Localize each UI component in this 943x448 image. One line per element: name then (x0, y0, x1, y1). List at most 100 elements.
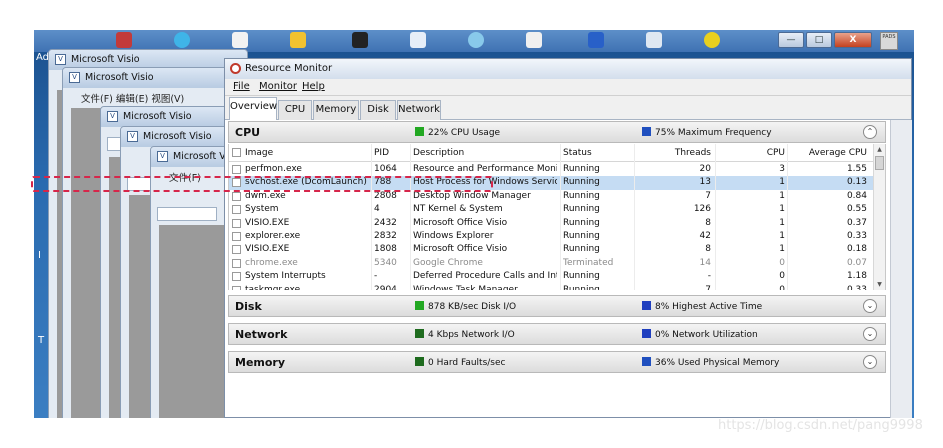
memory-section-header[interactable]: Memory 0 Hard Faults/sec 36% Used Physic… (228, 351, 886, 373)
expand-chevron-icon[interactable]: ⌄ (863, 327, 877, 341)
cell-avg: 0.07 (846, 257, 867, 268)
visio-menubar[interactable]: 文件(F) (169, 170, 201, 184)
row-checkbox[interactable] (232, 232, 241, 241)
window-caption-buttons: — □ X (778, 32, 878, 50)
window-title: Microsoft V (173, 151, 226, 162)
collapse-chevron-icon[interactable]: ⌃ (863, 125, 877, 139)
table-row[interactable]: explorer.exe 2832 Windows Explorer Running 4… (229, 230, 875, 243)
taskbar-app-icon[interactable] (232, 32, 248, 48)
table-row[interactable]: svchost.exe (DcomLaunch) 788 Host Process … (229, 176, 875, 190)
cell-threads: 7 (705, 190, 711, 201)
cell-desc: Google Chrome (413, 257, 483, 268)
row-checkbox[interactable] (232, 245, 241, 255)
select-all-checkbox[interactable] (232, 148, 241, 157)
taskbar-app-icon[interactable] (116, 32, 132, 48)
scroll-up-arrow-icon[interactable]: ▲ (875, 145, 884, 154)
row-checkbox[interactable] (232, 272, 241, 282)
column-header-description[interactable]: Description (413, 148, 557, 158)
visio-icon: V (69, 72, 80, 83)
pads-app-icon[interactable]: PADS (880, 32, 898, 50)
table-row[interactable]: System Interrupts - Deferred Procedure Cal… (229, 270, 875, 283)
cell-pid: 1064 (374, 164, 397, 174)
minimize-button[interactable]: — (778, 32, 804, 48)
taskbar-app-icon[interactable] (468, 32, 484, 48)
row-checkbox[interactable] (232, 218, 241, 228)
cell-cpu: 0 (779, 271, 785, 282)
cell-threads: - (707, 271, 711, 282)
column-header-image[interactable]: Image (245, 148, 369, 158)
cpu-section-header[interactable]: CPU 22% CPU Usage 75% Maximum Frequency … (228, 121, 886, 143)
table-scrollbar[interactable]: ▲ ▼ (873, 144, 885, 290)
cell-pid: 2808 (374, 190, 397, 201)
window-title: Microsoft Visio (123, 111, 192, 122)
section-title: Network (235, 328, 288, 341)
cell-status: Running (563, 177, 600, 188)
taskbar-app-icon[interactable] (290, 32, 306, 48)
cell-pid: - (374, 271, 378, 282)
column-header-cpu[interactable]: CPU (719, 148, 785, 158)
resource-monitor-window[interactable]: Resource Monitor File Monitor Help Overv… (224, 58, 912, 418)
column-header-status[interactable]: Status (563, 148, 629, 158)
scroll-down-arrow-icon[interactable]: ▼ (875, 280, 884, 289)
table-row[interactable]: VISIO.EXE 1808 Microsoft Office Visio Runni… (229, 243, 875, 256)
table-row[interactable]: System 4 NT Kernel & System Running 126 1 0.55 (229, 203, 875, 216)
table-row[interactable]: taskmgr.exe 2904 Windows Task Manager Runni… (229, 284, 875, 290)
network-section-header[interactable]: Network 4 Kbps Network I/O 0% Network Ut… (228, 323, 886, 345)
outer-scrollbar[interactable] (890, 120, 912, 418)
taskbar-app-icon[interactable] (646, 32, 662, 48)
cell-desc: Deferred Procedure Calls and Int... (413, 271, 557, 282)
column-header-threads[interactable]: Threads (634, 148, 711, 158)
cell-image: VISIO.EXE (245, 217, 290, 228)
cell-avg: 0.37 (846, 217, 867, 228)
disk-io-stat: 878 KB/sec Disk I/O (415, 301, 516, 312)
cell-image: System Interrupts (245, 271, 326, 282)
tab-network[interactable]: Network (397, 100, 441, 120)
column-header-pid[interactable]: PID (374, 148, 410, 158)
maximize-button[interactable]: □ (806, 32, 832, 48)
physical-memory-text: 36% Used Physical Memory (655, 358, 780, 368)
menu-file[interactable]: File (233, 81, 250, 92)
row-checkbox[interactable] (232, 285, 241, 290)
row-checkbox[interactable] (232, 165, 241, 174)
menu-monitor[interactable]: Monitor (259, 81, 297, 92)
disk-section-header[interactable]: Disk 878 KB/sec Disk I/O 8% Highest Acti… (228, 295, 886, 317)
input-box[interactable] (157, 207, 217, 221)
taskbar-app-icon[interactable] (410, 32, 426, 48)
menu-help[interactable]: Help (302, 81, 325, 92)
scrollbar-thumb[interactable] (875, 156, 884, 170)
max-frequency-text: 75% Maximum Frequency (655, 128, 772, 138)
tab-cpu[interactable]: CPU (278, 100, 312, 120)
table-row[interactable]: perfmon.exe 1064 Resource and Performance … (229, 163, 875, 176)
tab-memory[interactable]: Memory (313, 100, 359, 120)
window-title-bar[interactable]: V Microsoft Visio (63, 68, 251, 88)
taskbar-app-icon[interactable] (174, 32, 190, 48)
expand-chevron-icon[interactable]: ⌄ (863, 299, 877, 313)
taskbar-app-icon[interactable] (588, 32, 604, 48)
table-row[interactable]: dwm.exe 2808 Desktop Window Manager Running… (229, 190, 875, 203)
taskbar-app-icon[interactable] (352, 32, 368, 48)
tab-overview[interactable]: Overview (229, 97, 277, 121)
row-checkbox[interactable] (232, 191, 241, 201)
row-checkbox[interactable] (232, 178, 241, 188)
tab-disk[interactable]: Disk (360, 100, 396, 120)
cell-avg: 1.18 (846, 271, 867, 282)
cell-status: Running (563, 204, 600, 215)
visio-menubar[interactable]: 文件(F) 编辑(E) 视图(V) (81, 91, 184, 105)
row-checkbox[interactable] (232, 205, 241, 215)
visio-icon: V (127, 131, 138, 142)
taskbar-app-icon[interactable] (704, 32, 720, 48)
table-row[interactable]: chrome.exe 5340 Google Chrome Terminated 14 0… (229, 257, 875, 270)
cell-desc: Desktop Window Manager (413, 190, 531, 201)
cell-desc: NT Kernel & System (413, 204, 503, 215)
cell-image: explorer.exe (245, 231, 301, 241)
column-header-average-cpu[interactable]: Average CPU (791, 148, 867, 158)
resource-monitor-icon (230, 63, 241, 74)
window-title-bar[interactable]: Resource Monitor (225, 59, 911, 79)
cell-desc: Host Process for Windows Servic... (413, 177, 557, 188)
screenshot-stage: — □ X PADS Adn I T V Microsoft Visio V Mic… (0, 0, 943, 448)
taskbar-app-icon[interactable] (526, 32, 542, 48)
expand-chevron-icon[interactable]: ⌄ (863, 355, 877, 369)
row-checkbox[interactable] (232, 258, 241, 268)
close-button[interactable]: X (834, 32, 872, 48)
table-row[interactable]: VISIO.EXE 2432 Microsoft Office Visio Runni… (229, 217, 875, 230)
